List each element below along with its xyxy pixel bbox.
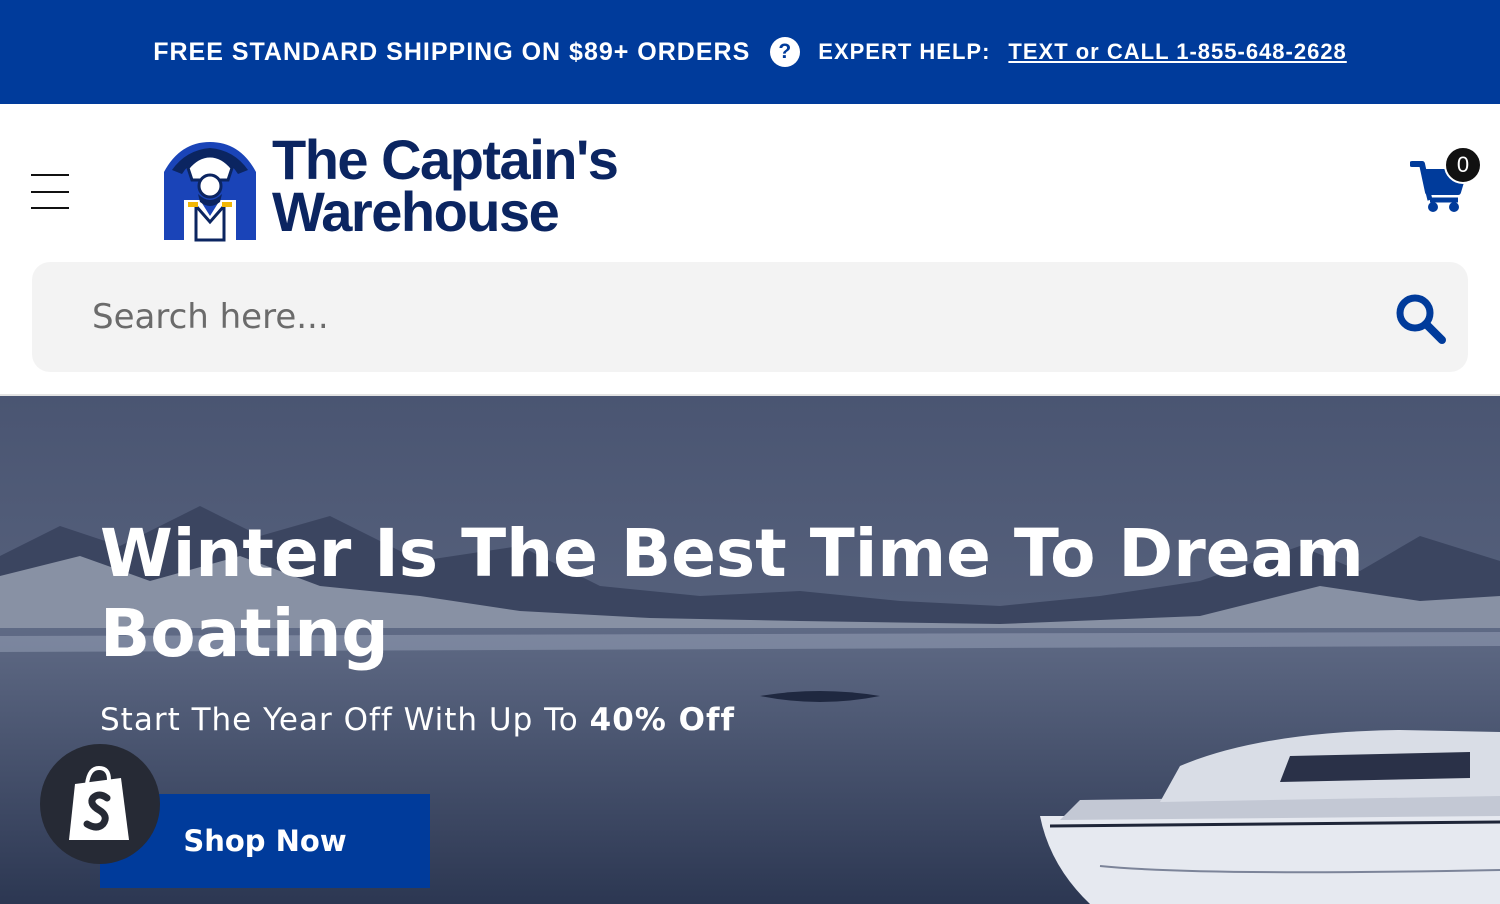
cart-count-badge: 0	[1444, 146, 1482, 184]
free-shipping-text: FREE STANDARD SHIPPING ON $89+ ORDERS	[153, 37, 751, 66]
hero-banner: Winter Is The Best Time To Dream Boating…	[0, 396, 1500, 904]
hamburger-menu-icon[interactable]	[31, 174, 69, 210]
announcement-bar: FREE STANDARD SHIPPING ON $89+ ORDERS ? …	[0, 0, 1500, 104]
logo-line-2: Warehouse	[272, 180, 560, 243]
shopify-widget-button[interactable]	[40, 744, 160, 864]
site-logo[interactable]: The Captain's Warehouse	[158, 132, 648, 244]
hero-discount: 40% Off	[589, 702, 735, 738]
expert-help-label: EXPERT HELP:	[818, 39, 991, 64]
search-button[interactable]	[1394, 292, 1448, 346]
captain-logo-icon	[164, 142, 256, 242]
logo-line-1: The Captain's	[272, 128, 619, 191]
search-input[interactable]	[92, 262, 1372, 372]
site-header: The Captain's Warehouse 0	[0, 104, 1500, 396]
call-text-link[interactable]: TEXT or CALL 1-855-648-2628	[1008, 39, 1346, 65]
search-icon	[1396, 294, 1446, 344]
shopify-bag-icon	[69, 765, 129, 840]
cart-button[interactable]: 0	[1408, 146, 1484, 218]
help-icon: ?	[770, 37, 801, 67]
hero-subtitle-text: Start The Year Off With Up To	[100, 702, 590, 738]
hero-subtitle: Start The Year Off With Up To 40% Off	[100, 702, 735, 738]
hero-headline: Winter Is The Best Time To Dream Boating	[100, 515, 1364, 672]
search-bar	[32, 262, 1468, 372]
logo-wordmark: The Captain's Warehouse	[272, 128, 619, 243]
